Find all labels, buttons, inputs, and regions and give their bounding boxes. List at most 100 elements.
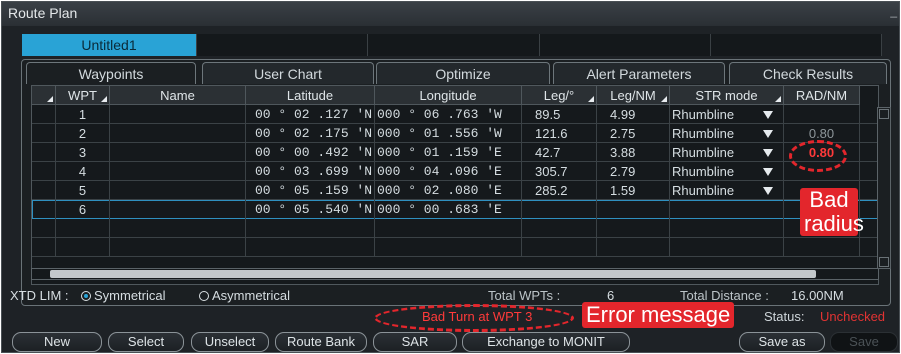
cell-latitude[interactable]: 00 ° 03 .699 'N <box>246 162 375 181</box>
cell-name[interactable] <box>110 219 246 238</box>
str-mode-select[interactable]: Rhumbline <box>670 181 784 200</box>
row-selector[interactable] <box>32 105 56 124</box>
column-header-longitude[interactable]: Longitude <box>375 86 522 105</box>
cell-name[interactable] <box>110 105 246 124</box>
scroll-down-icon[interactable] <box>879 257 889 267</box>
xtd-asymmetrical-label[interactable]: Asymmetrical <box>212 288 290 303</box>
dropdown-arrow-icon[interactable] <box>763 187 773 195</box>
dropdown-arrow-icon[interactable] <box>763 111 773 119</box>
route-tab-empty[interactable] <box>710 34 882 56</box>
dropdown-arrow-icon[interactable] <box>763 149 773 157</box>
tab-user-chart[interactable]: User Chart <box>202 62 374 84</box>
dropdown-arrow-icon[interactable] <box>763 168 773 176</box>
exchange-to-monit-button[interactable]: Exchange to MONIT <box>462 332 630 352</box>
horizontal-scroll-thumb[interactable] <box>50 270 816 278</box>
cell-longitude[interactable]: 000 ° 02 .080 'E <box>375 181 522 200</box>
cell-latitude[interactable]: 00 ° 05 .540 'N <box>246 200 375 219</box>
row-selector[interactable] <box>32 143 56 162</box>
table-row-selected[interactable]: 6 00 ° 05 .540 'N 000 ° 00 .683 'E <box>32 200 878 219</box>
scroll-up-icon[interactable] <box>879 109 889 119</box>
row-selector[interactable] <box>32 162 56 181</box>
str-mode-select[interactable] <box>670 200 784 219</box>
unselect-button[interactable]: Unselect <box>191 332 269 352</box>
minimize-icon[interactable]: _ <box>890 4 897 18</box>
table-row-empty[interactable] <box>32 238 878 257</box>
column-header-name[interactable]: Name <box>110 86 246 105</box>
cell-name[interactable] <box>110 143 246 162</box>
cell-name[interactable] <box>110 181 246 200</box>
column-header-leg-deg[interactable]: Leg/° <box>522 86 597 105</box>
total-distance-label: Total Distance : <box>680 288 769 303</box>
cell-rad-nm[interactable] <box>784 105 860 124</box>
table-row[interactable]: 3 00 ° 00 .492 'N 000 ° 01 .159 'E 42.7 … <box>32 143 878 162</box>
xtd-asymmetrical-radio[interactable] <box>199 291 209 301</box>
save-as-button[interactable]: Save as <box>739 332 825 352</box>
column-header-rad-nm[interactable]: RAD/NM <box>784 86 860 105</box>
cell-longitude[interactable]: 000 ° 04 .096 'E <box>375 162 522 181</box>
route-tab-empty[interactable] <box>368 34 540 56</box>
cell-leg-deg: 42.7 <box>522 143 597 162</box>
cell-name[interactable] <box>110 162 246 181</box>
str-mode-select[interactable] <box>670 219 784 238</box>
cell-longitude[interactable] <box>375 238 522 257</box>
cell-longitude[interactable]: 000 ° 01 .159 'E <box>375 143 522 162</box>
cell-latitude[interactable]: 00 ° 00 .492 'N <box>246 143 375 162</box>
cell-latitude[interactable]: 00 ° 02 .175 'N <box>246 124 375 143</box>
tab-optimize[interactable]: Optimize <box>376 62 550 84</box>
route-bank-button[interactable]: Route Bank <box>275 332 367 352</box>
cell-name[interactable] <box>110 124 246 143</box>
row-selector[interactable] <box>32 181 56 200</box>
cell-longitude[interactable]: 000 ° 01 .556 'W <box>375 124 522 143</box>
route-tab-untitled1[interactable]: Untitled1 <box>22 34 197 56</box>
select-button[interactable]: Select <box>108 332 184 352</box>
str-mode-select[interactable]: Rhumbline <box>670 143 784 162</box>
cell-leg-nm: 1.59 <box>597 181 670 200</box>
select-all-header[interactable] <box>32 86 56 105</box>
str-mode-select[interactable] <box>670 238 784 257</box>
column-header-wpt[interactable]: WPT <box>56 86 110 105</box>
bad-radius-callout: Bad radius <box>800 188 864 236</box>
table-row[interactable]: 1 00 ° 02 .127 'N 000 ° 06 .763 'W 89.5 … <box>32 105 878 124</box>
title-bar[interactable]: Route Plan _ <box>2 2 899 26</box>
cell-latitude[interactable] <box>246 238 375 257</box>
cell-latitude[interactable]: 00 ° 05 .159 'N <box>246 181 375 200</box>
table-row[interactable]: 4 00 ° 03 .699 'N 000 ° 04 .096 'E 305.7… <box>32 162 878 181</box>
error-message-callout: Error message <box>582 302 735 328</box>
tab-waypoints[interactable]: Waypoints <box>26 62 196 84</box>
cell-longitude[interactable]: 000 ° 06 .763 'W <box>375 105 522 124</box>
row-selector[interactable] <box>32 200 56 219</box>
column-header-str-mode[interactable]: STR mode <box>670 86 784 105</box>
cell-name[interactable] <box>110 238 246 257</box>
horizontal-scrollbar[interactable] <box>31 268 879 280</box>
vertical-scrollbar[interactable] <box>877 107 891 269</box>
row-selector[interactable] <box>32 124 56 143</box>
cell-rad-nm[interactable] <box>784 238 860 257</box>
button-bar: New Select Unselect Route Bank SAR Excha… <box>2 332 899 352</box>
xtd-symmetrical-label[interactable]: Symmetrical <box>94 288 166 303</box>
tab-check-results[interactable]: Check Results <box>729 62 887 84</box>
new-button[interactable]: New <box>12 332 102 352</box>
table-row-empty[interactable] <box>32 219 878 238</box>
cell-wpt: 3 <box>56 143 110 162</box>
cell-longitude[interactable] <box>375 219 522 238</box>
tab-alert-parameters[interactable]: Alert Parameters <box>553 62 725 84</box>
xtd-symmetrical-radio[interactable] <box>81 291 91 301</box>
save-button[interactable]: Save <box>830 332 898 352</box>
cell-latitude[interactable]: 00 ° 02 .127 'N <box>246 105 375 124</box>
row-selector[interactable] <box>32 238 56 257</box>
sar-button[interactable]: SAR <box>373 332 457 352</box>
str-mode-select[interactable]: Rhumbline <box>670 105 784 124</box>
cell-latitude[interactable] <box>246 219 375 238</box>
str-mode-select[interactable]: Rhumbline <box>670 124 784 143</box>
route-tab-empty[interactable] <box>539 34 711 56</box>
dropdown-arrow-icon[interactable] <box>763 130 773 138</box>
column-header-leg-nm[interactable]: Leg/NM <box>597 86 670 105</box>
str-mode-select[interactable]: Rhumbline <box>670 162 784 181</box>
row-selector[interactable] <box>32 219 56 238</box>
column-header-latitude[interactable]: Latitude <box>246 86 375 105</box>
cell-longitude[interactable]: 000 ° 00 .683 'E <box>375 200 522 219</box>
route-tab-empty[interactable] <box>197 34 369 56</box>
table-row[interactable]: 2 00 ° 02 .175 'N 000 ° 01 .556 'W 121.6… <box>32 124 878 143</box>
table-row[interactable]: 5 00 ° 05 .159 'N 000 ° 02 .080 'E 285.2… <box>32 181 878 200</box>
cell-name[interactable] <box>110 200 246 219</box>
